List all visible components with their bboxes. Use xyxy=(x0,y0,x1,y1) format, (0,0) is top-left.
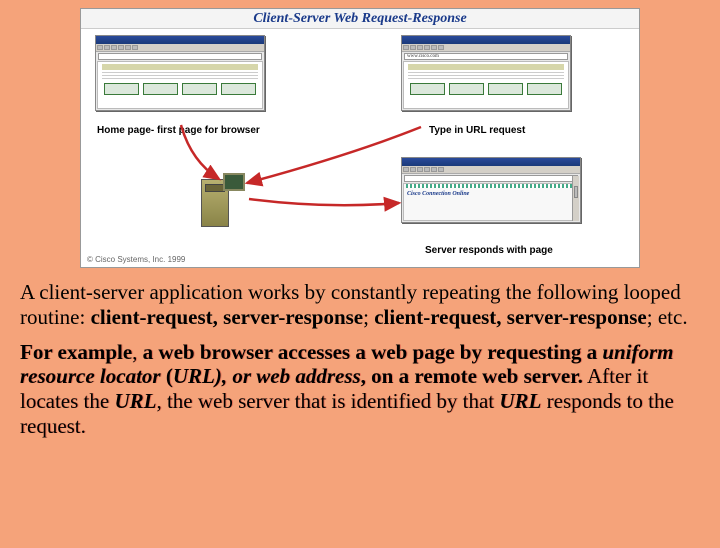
bold-text: client-request, server-response xyxy=(374,305,647,329)
bold-italic-text: URL xyxy=(499,389,541,413)
copyright-text: © Cisco Systems, Inc. 1999 xyxy=(87,255,185,264)
text: , the web server that is identified by t… xyxy=(156,389,499,413)
text: , xyxy=(132,340,143,364)
paragraph-1: A client-server application works by con… xyxy=(20,280,700,330)
browser-content xyxy=(97,61,263,109)
text: ; etc. xyxy=(647,305,688,329)
bold-text: , on a remote web server. xyxy=(361,364,583,388)
diagram-body: www.cisco.com Cisco Connection Online Ho… xyxy=(81,31,639,267)
text: ; xyxy=(363,305,374,329)
scrollbar xyxy=(572,176,579,221)
bold-text: a web browser accesses a web page by req… xyxy=(143,340,603,364)
bold-italic-text: URL xyxy=(173,364,215,388)
bold-italic-text: ), xyxy=(215,364,233,388)
explanation-text: A client-server application works by con… xyxy=(0,274,720,455)
bold-text: For example xyxy=(20,340,132,364)
bold-italic-text: URL xyxy=(114,389,156,413)
browser-home-page xyxy=(95,35,265,111)
diagram-title: Client-Server Web Request-Response xyxy=(81,9,639,29)
bold-text: ( xyxy=(161,364,173,388)
caption-server-response: Server responds with page xyxy=(425,245,553,256)
bold-italic-text: or web address xyxy=(232,364,360,388)
browser-address-bar xyxy=(98,53,262,60)
browser-toolbar xyxy=(402,44,570,52)
browser-content xyxy=(403,61,569,109)
browser-toolbar xyxy=(96,44,264,52)
paragraph-2: For example, a web browser accesses a we… xyxy=(20,340,700,439)
arrow-server-to-response xyxy=(247,191,407,221)
browser-titlebar xyxy=(402,36,570,44)
browser-titlebar xyxy=(96,36,264,44)
bold-text: client-request, server-response xyxy=(91,305,364,329)
browser-address-bar: www.cisco.com xyxy=(404,53,568,60)
caption-url-request: Type in URL request xyxy=(429,125,525,136)
browser-url-request: www.cisco.com xyxy=(401,35,571,111)
diagram-panel: Client-Server Web Request-Response www.c… xyxy=(80,8,640,268)
arrow-url-to-server xyxy=(241,125,431,195)
